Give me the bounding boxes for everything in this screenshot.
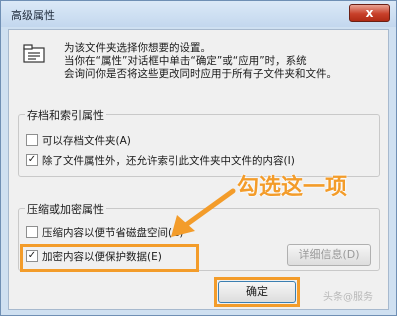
description-line: 为该文件夹选择你想要的设置。 [64,42,211,54]
archive-checkbox-label[interactable]: 可以存档文件夹(A) [42,133,131,148]
annotation-text: 勾选这一项 [237,175,348,200]
archive-group-title: 存档和索引属性 [25,107,106,123]
index-checkbox-label[interactable]: 除了文件属性外，还允许索引此文件夹中文件的内容(I) [42,153,295,168]
archive-checkbox[interactable] [26,134,38,146]
title-bar[interactable]: 高级属性 x [1,1,396,27]
advanced-attributes-dialog: 高级属性 x 为该文件夹选择你想要的设置。 当你在“属性”对话框中单击“确定”或… [0,0,397,316]
dialog-description: 为该文件夹选择你想要的设置。 当你在“属性”对话框中单击“确定”或“应用”时，系… [64,42,386,81]
encrypt-highlight-box [20,244,199,272]
description-line: 当你在“属性”对话框中单击“确定”或“应用”时，系统 [64,55,307,67]
close-button[interactable]: x [349,4,390,22]
index-checkbox[interactable]: ✓ [26,154,38,166]
watermark: 头条@服务 [323,292,373,303]
compress-checkbox[interactable] [26,226,38,238]
description-line: 会询问你是否将这些更改同时应用于所有子文件夹和文件。 [64,68,337,80]
ok-highlight-box [214,277,300,307]
annotation-arrow-icon [171,188,236,237]
compress-group-title: 压缩或加密属性 [25,201,106,217]
folder-settings-icon [23,44,45,63]
details-button[interactable]: 详细信息(D) [287,244,371,266]
dialog-title: 高级属性 [11,9,55,22]
